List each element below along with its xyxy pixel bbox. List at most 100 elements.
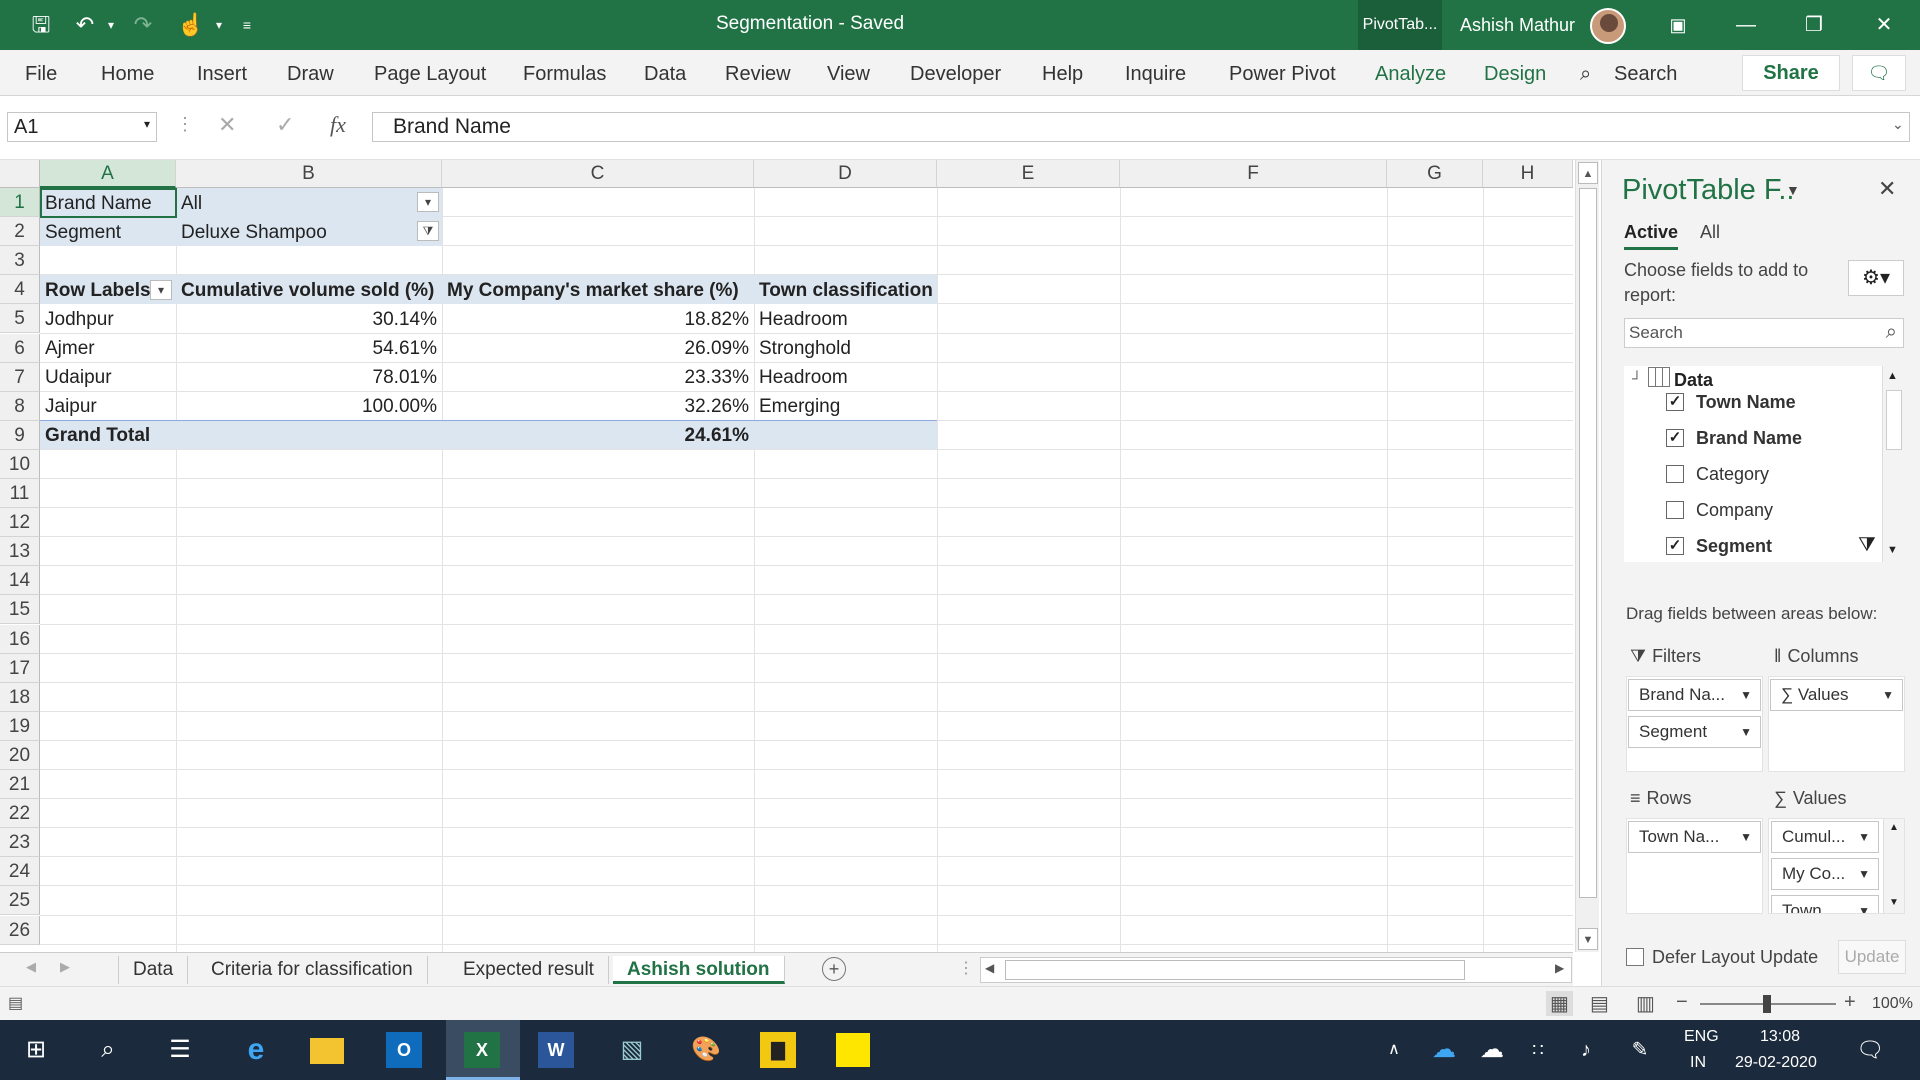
hscroll-thumb[interactable]: [1005, 960, 1465, 980]
row-header[interactable]: 19: [0, 711, 40, 741]
vertical-scrollbar[interactable]: ▲ ▼: [1575, 160, 1599, 952]
field-company[interactable]: Company: [1666, 500, 1773, 521]
pane-options-icon[interactable]: ▼: [1786, 182, 1800, 198]
value-chip[interactable]: Cumul... ▼: [1771, 821, 1879, 853]
row-labels-sort-filter-icon[interactable]: ▾: [150, 280, 172, 300]
page-break-view-icon[interactable]: ▥: [1636, 991, 1655, 1016]
close-icon[interactable]: ✕: [1850, 0, 1918, 50]
row-header[interactable]: 7: [0, 362, 40, 392]
update-button[interactable]: Update: [1838, 940, 1906, 974]
row-header[interactable]: 4: [0, 275, 40, 305]
field-category[interactable]: Category: [1666, 464, 1769, 485]
outlook-icon[interactable]: O: [386, 1032, 422, 1068]
notepad-icon[interactable]: ▧: [612, 1030, 652, 1070]
horizontal-scrollbar[interactable]: ◀ ▶: [980, 957, 1572, 983]
sheet-tab-data[interactable]: Data: [118, 956, 189, 984]
col-header-b[interactable]: B: [176, 160, 442, 188]
row-header[interactable]: 24: [0, 857, 40, 887]
name-box-dropdown-icon[interactable]: ▾: [144, 117, 150, 131]
touch-dropdown-icon[interactable]: ▾: [204, 10, 234, 40]
row-header[interactable]: 26: [0, 915, 40, 945]
tab-power-pivot[interactable]: Power Pivot: [1229, 63, 1336, 86]
row-header[interactable]: 5: [0, 304, 40, 334]
pane-tab-active[interactable]: Active: [1624, 222, 1679, 250]
col-header-a[interactable]: A: [40, 160, 176, 188]
tab-developer[interactable]: Developer: [910, 63, 1001, 86]
onedrive-personal-icon[interactable]: ☁: [1472, 1030, 1512, 1070]
hscroll-right-icon[interactable]: ▶: [1555, 961, 1564, 975]
tab-home[interactable]: Home: [101, 63, 154, 86]
sheet-tab-expected[interactable]: Expected result: [449, 956, 609, 984]
paint-icon[interactable]: 🎨: [686, 1030, 726, 1070]
avatar[interactable]: [1590, 8, 1626, 44]
field-town-name[interactable]: ✓ Town Name: [1666, 392, 1796, 413]
field-search-input[interactable]: Search ⌕: [1624, 318, 1904, 348]
col-header-g[interactable]: G: [1387, 160, 1483, 188]
checkbox-checked-icon[interactable]: ✓: [1666, 429, 1684, 447]
tab-splitter-icon[interactable]: ⋮: [958, 958, 974, 978]
row-header[interactable]: 11: [0, 479, 40, 508]
row-header[interactable]: 16: [0, 624, 40, 654]
row-header[interactable]: 12: [0, 508, 40, 538]
scrollbar-thumb[interactable]: [1579, 188, 1597, 898]
user-name[interactable]: Ashish Mathur: [1460, 15, 1575, 36]
row-header[interactable]: 20: [0, 740, 40, 770]
row-chip[interactable]: Town Na... ▼: [1628, 821, 1761, 853]
row-header[interactable]: 25: [0, 886, 40, 916]
filter-dropdown-segment[interactable]: ⧩: [417, 221, 439, 241]
undo-dropdown-icon[interactable]: ▾: [96, 10, 126, 40]
volume-icon[interactable]: ♪: [1566, 1030, 1606, 1070]
ribbon-search[interactable]: Search: [1614, 63, 1677, 86]
row-header[interactable]: 2: [0, 217, 40, 247]
filter-chip[interactable]: Segment ▼: [1628, 716, 1761, 748]
collapse-icon[interactable]: ┘: [1632, 370, 1642, 386]
minimize-icon[interactable]: —: [1712, 0, 1780, 50]
onedrive-icon[interactable]: ☁: [1424, 1030, 1464, 1070]
ribbon-display-icon[interactable]: ▣: [1644, 0, 1712, 50]
tab-help[interactable]: Help: [1042, 63, 1083, 86]
row-header[interactable]: 23: [0, 828, 40, 858]
defer-update-checkbox[interactable]: [1626, 948, 1644, 966]
row-header[interactable]: 8: [0, 391, 40, 421]
row-header[interactable]: 21: [0, 770, 40, 799]
pen-icon[interactable]: ✎: [1620, 1030, 1660, 1070]
tab-data[interactable]: Data: [644, 63, 686, 86]
windows-start-icon[interactable]: ⊞: [16, 1030, 56, 1070]
value-chip[interactable]: Town... ▼: [1771, 895, 1879, 913]
formula-input[interactable]: Brand Name: [372, 112, 1910, 142]
zoom-out-icon[interactable]: −: [1676, 991, 1688, 1014]
comments-button[interactable]: 🗨: [1852, 55, 1906, 91]
language-in[interactable]: IN: [1690, 1054, 1706, 1072]
field-list-scrollbar[interactable]: ▲ ▼: [1882, 366, 1904, 562]
values-scrollbar[interactable]: ▲ ▼: [1883, 819, 1904, 913]
zoom-slider-thumb[interactable]: [1763, 995, 1771, 1013]
row-header[interactable]: 9: [0, 420, 40, 450]
tab-review[interactable]: Review: [725, 63, 791, 86]
tab-formulas[interactable]: Formulas: [523, 63, 606, 86]
pane-close-icon[interactable]: ✕: [1878, 176, 1896, 202]
enter-icon[interactable]: ✓: [276, 112, 294, 138]
name-box[interactable]: A1 ▾: [7, 112, 157, 142]
tab-analyze[interactable]: Analyze: [1375, 63, 1446, 86]
field-scroll-up-icon[interactable]: ▲: [1887, 370, 1898, 382]
language-eng[interactable]: ENG: [1684, 1028, 1719, 1046]
value-chip[interactable]: My Co... ▼: [1771, 858, 1879, 890]
tab-view[interactable]: View: [827, 63, 870, 86]
clock-time[interactable]: 13:08: [1760, 1028, 1800, 1046]
sticky-notes-icon[interactable]: [836, 1033, 870, 1067]
power-bi-icon[interactable]: ▇: [760, 1032, 796, 1068]
checkbox-checked-icon[interactable]: ✓: [1666, 393, 1684, 411]
tab-inquire[interactable]: Inquire: [1125, 63, 1186, 86]
insert-function-icon[interactable]: fx: [330, 112, 346, 138]
row-header[interactable]: 15: [0, 595, 40, 625]
clock-date[interactable]: 29-02-2020: [1735, 1054, 1817, 1072]
tab-scroll-left-icon[interactable]: ◀: [26, 959, 36, 975]
excel-icon[interactable]: X: [464, 1032, 500, 1068]
checkbox-icon[interactable]: [1666, 465, 1684, 483]
tab-file[interactable]: File: [25, 63, 57, 86]
checkbox-checked-icon[interactable]: ✓: [1666, 537, 1684, 555]
task-view-icon[interactable]: ☰: [160, 1030, 200, 1070]
column-chip[interactable]: ∑ Values ▼: [1770, 679, 1903, 711]
col-header-e[interactable]: E: [937, 160, 1120, 188]
search-icon[interactable]: ⌕: [88, 1030, 128, 1070]
